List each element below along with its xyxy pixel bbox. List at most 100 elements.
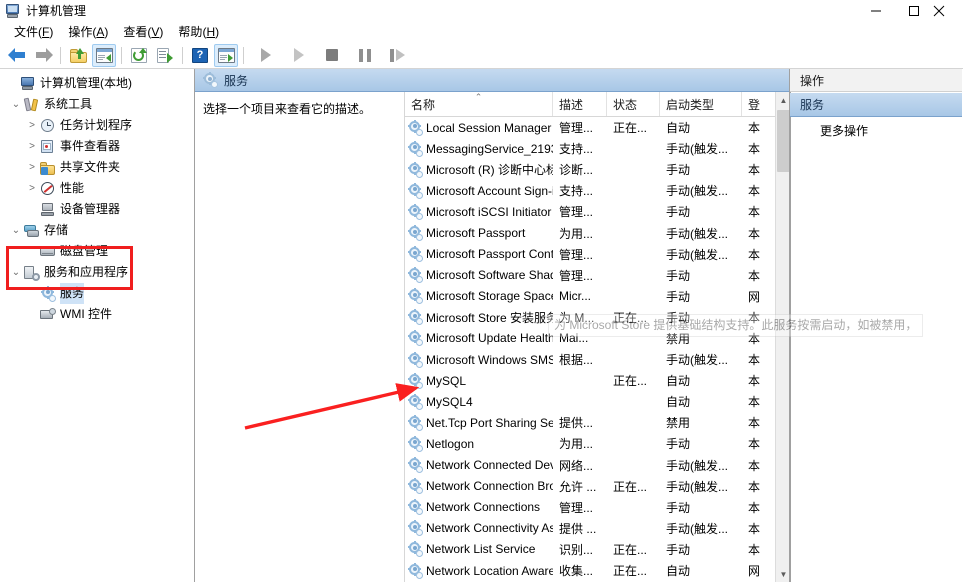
scroll-up-arrow-icon[interactable]: ▲ (776, 92, 789, 108)
menu-file-label: 文件 (14, 25, 39, 39)
tree-item-device-manager[interactable]: 设备管理器 (0, 199, 194, 220)
service-name-label: Microsoft Store 安装服务 (426, 310, 553, 325)
table-row[interactable]: Microsoft Update Health... Mai... 禁用 本 (405, 328, 789, 349)
action-more-actions[interactable]: 更多操作 (790, 119, 962, 141)
stop-service-button[interactable] (320, 44, 344, 67)
show-hide-console-tree-button[interactable] (92, 43, 116, 67)
table-row[interactable]: Microsoft iSCSI Initiator ... 管理... 手动 本 (405, 201, 789, 222)
actions-pane-title: 操作 (800, 73, 825, 88)
service-name-label: Netlogon (426, 436, 475, 451)
service-description: 管理... (559, 247, 594, 262)
refresh-button[interactable] (127, 44, 151, 67)
list-vertical-scrollbar[interactable]: ▲ ▼ (775, 92, 789, 582)
table-row[interactable]: Netlogon 为用... 手动 本 (405, 433, 789, 454)
chevron-down-icon[interactable]: ⌄ (8, 220, 24, 241)
tree-item-shared-folders[interactable]: > 共享文件夹 (0, 157, 194, 178)
table-row[interactable]: Network Location Aware... 收集... 正在... 自动 网 (405, 560, 789, 581)
table-row[interactable]: Net.Tcp Port Sharing Ser... 提供... 禁用 本 (405, 412, 789, 433)
table-row[interactable]: Microsoft Software Shad... 管理... 手动 本 (405, 265, 789, 286)
service-gear-icon (407, 309, 423, 326)
tree-item-services[interactable]: 服务 (0, 283, 194, 304)
forward-button[interactable] (31, 44, 55, 67)
services-icon (202, 72, 218, 88)
services-list-view[interactable]: 名称 ⌃ 描述 状态 启动类型 登 Local Session Manager … (404, 92, 789, 582)
tree-item-label: 磁盘管理 (60, 244, 109, 258)
tree-item-performance[interactable]: > 性能 (0, 178, 194, 199)
chevron-right-icon[interactable]: > (24, 178, 40, 199)
chevron-down-icon[interactable]: ⌄ (8, 94, 24, 115)
table-row[interactable]: Network Connectivity Ass... 提供 ... 手动(触发..… (405, 518, 789, 539)
column-header-log-on-as[interactable]: 登 (742, 92, 776, 116)
back-button[interactable] (5, 44, 29, 67)
column-header-startup-type[interactable]: 启动类型 (660, 92, 742, 116)
export-list-icon (157, 47, 173, 63)
chevron-right-icon[interactable]: > (24, 157, 40, 178)
table-row[interactable]: Microsoft Passport 为用... 手动(触发... 本 (405, 222, 789, 243)
resume-service-button[interactable] (386, 44, 410, 67)
tree-item-task-scheduler[interactable]: > 任务计划程序 (0, 115, 194, 136)
help-button[interactable]: ? (188, 44, 212, 67)
tree-item-system-tools[interactable]: ⌄ 系统工具 (0, 94, 194, 115)
table-row[interactable]: Microsoft Passport Cont... 管理... 手动(触发... 本 (405, 244, 789, 265)
column-header-name[interactable]: 名称 ⌃ (405, 92, 553, 116)
main-panes: 计算机管理(本地) ⌄ 系统工具 > 任务计划程序 > 事件查看器 > 共享文件 (0, 69, 963, 582)
service-name-label: Microsoft Account Sign-i... (426, 183, 553, 198)
menu-help[interactable]: 帮助(H) (172, 23, 228, 41)
tree-item-computer-management[interactable]: 计算机管理(本地) (0, 73, 194, 94)
service-description: 提供... (559, 416, 594, 431)
service-description: 收集... (559, 564, 594, 579)
menu-file[interactable]: 文件(F) (8, 23, 62, 41)
actions-pane-header: 操作 (790, 69, 962, 92)
column-header-description[interactable]: 描述 (553, 92, 607, 116)
computer-management-window: 计算机管理 文件(F) 操作(A) 查看(V) 帮助(H) ? 计算机管理(本地… (0, 0, 963, 582)
tree-item-storage[interactable]: ⌄ 存储 (0, 220, 194, 241)
service-name: Microsoft Storage Space... (405, 288, 553, 305)
maximize-button[interactable] (895, 0, 933, 22)
list-body[interactable]: Local Session Manager 管理... 正在... 自动本 Messag… (405, 117, 789, 582)
menu-action[interactable]: 操作(A) (62, 23, 117, 41)
close-button[interactable] (933, 0, 963, 22)
menu-view[interactable]: 查看(V) (117, 23, 172, 41)
tree-item-event-viewer[interactable]: > 事件查看器 (0, 136, 194, 157)
chevron-right-icon[interactable]: > (24, 115, 40, 136)
console-tree-pane[interactable]: 计算机管理(本地) ⌄ 系统工具 > 任务计划程序 > 事件查看器 > 共享文件 (0, 69, 195, 582)
scroll-down-arrow-icon[interactable]: ▼ (776, 566, 789, 582)
play-icon (261, 48, 271, 62)
minimize-button[interactable] (857, 0, 895, 22)
service-description: 管理... (559, 268, 594, 283)
table-row[interactable]: Microsoft Store 安装服务为 M... 正在... 手动 本 (405, 307, 789, 328)
service-name-label: Microsoft iSCSI Initiator ... (426, 204, 553, 219)
table-row[interactable]: Microsoft Windows SMS ... 根据... 手动(触发... 本 (405, 349, 789, 370)
service-log-on-as: 本 (748, 395, 761, 410)
table-row[interactable]: Microsoft Storage Space... Micr... 手动 网 (405, 286, 789, 307)
table-row[interactable]: Microsoft (R) 诊断中心标... 诊断... 手动 本 (405, 159, 789, 180)
chevron-down-icon[interactable]: ⌄ (8, 262, 24, 283)
folder-up-icon (69, 47, 87, 63)
service-name-label: Network Connected Devi... (426, 458, 553, 473)
table-row[interactable]: Network Connected Devi... 网络... 手动(触发... 本 (405, 455, 789, 476)
tree-item-disk-management[interactable]: 磁盘管理 (0, 241, 194, 262)
start-service-button[interactable] (254, 44, 278, 67)
table-row[interactable]: MySQL4 自动 本 (405, 391, 789, 412)
tree-item-wmi-control[interactable]: WMI 控件 (0, 304, 194, 325)
up-one-level-button[interactable] (66, 44, 90, 67)
restart-service-button[interactable] (287, 44, 311, 67)
service-name: Network Connection Bro... (405, 478, 553, 495)
chevron-right-icon[interactable]: > (24, 136, 40, 157)
table-row[interactable]: Local Session Manager 管理... 正在... 自动 本 (405, 117, 789, 138)
tree-item-services-and-applications[interactable]: ⌄ 服务和应用程序 (0, 262, 194, 283)
show-hide-action-pane-button[interactable] (214, 43, 238, 67)
column-header-status[interactable]: 状态 (607, 92, 660, 116)
table-row[interactable]: Microsoft Account Sign-i... 支持... 手动(触发...… (405, 180, 789, 201)
table-row[interactable]: MessagingService_21935... 支持... 手动(触发... 本 (405, 138, 789, 159)
export-list-button[interactable] (153, 44, 177, 67)
menu-file-accel: F (42, 25, 50, 39)
scrollbar-thumb[interactable] (777, 110, 789, 172)
table-row[interactable]: Network List Service 识别... 正在... 手动 本 (405, 539, 789, 560)
table-row[interactable]: Network Connection Bro... 允许 ... 正在... 手动(触… (405, 476, 789, 497)
tree-item-label: 服务 (60, 283, 85, 304)
service-log-on-as: 本 (748, 142, 761, 157)
table-row[interactable]: Network Connections 管理... 手动 本 (405, 497, 789, 518)
table-row[interactable]: MySQL 正在... 自动 本 (405, 370, 789, 391)
pause-service-button[interactable] (353, 44, 377, 67)
